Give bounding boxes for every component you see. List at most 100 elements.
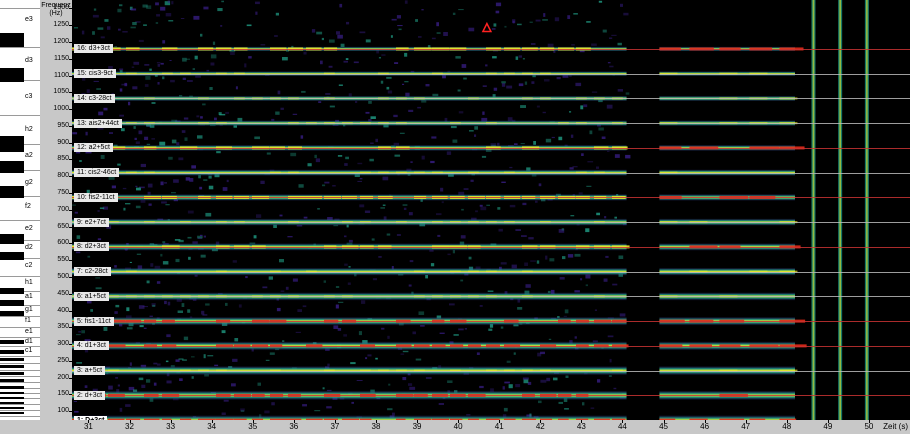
piano-key-divider bbox=[0, 220, 40, 221]
piano-key-label: a1 bbox=[25, 293, 33, 300]
piano-black-key[interactable] bbox=[0, 252, 24, 260]
piano-black-key[interactable] bbox=[0, 372, 24, 375]
piano-black-key[interactable] bbox=[0, 161, 24, 173]
time-tick-mark bbox=[211, 420, 213, 423]
frequency-tick-label: 1000 bbox=[53, 105, 69, 113]
piano-key-label: e1 bbox=[25, 328, 33, 335]
frequency-tick-label: 1200 bbox=[53, 37, 69, 45]
piano-key-divider bbox=[0, 346, 40, 347]
time-tick-mark bbox=[786, 420, 788, 423]
piano-key-label: c2 bbox=[25, 262, 33, 269]
time-tick-mark bbox=[827, 420, 829, 423]
piano-key-label: d3 bbox=[25, 57, 33, 64]
corner-panel bbox=[0, 420, 72, 434]
piano-black-key[interactable] bbox=[0, 136, 24, 152]
piano-key-divider bbox=[0, 416, 40, 417]
frequency-tick-label: 800 bbox=[57, 172, 69, 180]
harmonic-reference-line bbox=[72, 73, 910, 75]
piano-key-divider bbox=[0, 410, 40, 411]
harmonic-label[interactable]: 10: fis2-11ct bbox=[74, 192, 118, 202]
harmonic-label[interactable]: 9: e2+7ct bbox=[74, 217, 109, 227]
harmonic-label[interactable]: 5: fis1-11ct bbox=[74, 316, 114, 326]
harmonic-label[interactable]: 8: d2+3ct bbox=[74, 242, 109, 252]
piano-key-divider bbox=[0, 376, 40, 377]
time-axis: Zeit (s) 31 32 33 34 35 36 37 38 39 40 41 42 43 44 45 4… bbox=[72, 420, 910, 434]
time-tick-label: 36 bbox=[289, 422, 299, 431]
frequency-axis: Frequenz (Hz) 100 150 200 250 300 350 400 450 50… bbox=[40, 0, 72, 420]
piano-key-label: d1 bbox=[25, 338, 33, 345]
harmonic-label[interactable]: 6: a1+5ct bbox=[74, 291, 109, 301]
piano-key-divider bbox=[0, 404, 40, 405]
piano-key-label: f2 bbox=[25, 203, 31, 210]
piano-black-key[interactable] bbox=[0, 288, 24, 294]
piano-black-key[interactable] bbox=[0, 397, 24, 399]
harmonic-reference-line bbox=[72, 98, 910, 100]
frequency-tick-label: 600 bbox=[57, 239, 69, 247]
time-tick-mark bbox=[704, 420, 706, 423]
piano-key-label: c3 bbox=[25, 93, 33, 100]
piano-black-key[interactable] bbox=[0, 379, 24, 382]
piano-black-key[interactable] bbox=[0, 402, 24, 404]
frequency-tick-label: 500 bbox=[57, 272, 69, 280]
harmonic-label[interactable]: 2: d+3ct bbox=[74, 390, 106, 400]
frequency-tick-label: 450 bbox=[57, 289, 69, 297]
time-tick-label: 37 bbox=[330, 422, 340, 431]
time-tick-mark bbox=[663, 420, 665, 423]
piano-black-key[interactable] bbox=[0, 386, 24, 389]
harmonic-label[interactable]: 13: ais2+44ct bbox=[74, 118, 122, 128]
time-tick-mark bbox=[499, 420, 501, 423]
harmonic-label[interactable]: 12: a2+5ct bbox=[74, 143, 113, 153]
piano-key-divider bbox=[0, 370, 40, 371]
piano-black-key[interactable] bbox=[0, 392, 24, 394]
piano-black-key[interactable] bbox=[0, 300, 24, 306]
harmonic-label[interactable]: 14: c3-28ct bbox=[74, 93, 115, 103]
piano-black-key[interactable] bbox=[0, 365, 24, 368]
harmonic-reference-line bbox=[72, 395, 910, 397]
piano-keyboard[interactable]: e3 d3 c3 h2 a2 g2 f2 e2 d2 c2 h1 a1 g1 f1 e1 d1 c1 bbox=[0, 0, 41, 420]
harmonic-label[interactable]: 3: a+5ct bbox=[74, 366, 106, 376]
time-tick-label: 45 bbox=[659, 422, 668, 431]
piano-key-divider bbox=[0, 316, 40, 317]
piano-key-divider bbox=[0, 337, 40, 338]
piano-black-key[interactable] bbox=[0, 311, 24, 316]
piano-key-divider bbox=[0, 276, 40, 277]
spectrogram-canvas[interactable] bbox=[72, 0, 910, 420]
harmonic-label[interactable]: 7: c2-28ct bbox=[74, 267, 111, 277]
piano-black-key[interactable] bbox=[0, 358, 24, 361]
frequency-tick-label: 250 bbox=[57, 356, 69, 364]
frequency-tick-label: 1050 bbox=[53, 88, 69, 96]
frequency-tick-label: 650 bbox=[57, 222, 69, 230]
time-tick-mark bbox=[129, 420, 131, 423]
piano-key-divider bbox=[0, 115, 40, 116]
frequency-tick-label: 150 bbox=[57, 390, 69, 398]
frequency-tick-label: 100 bbox=[57, 407, 69, 415]
time-tick-mark bbox=[88, 420, 90, 423]
piano-black-key[interactable] bbox=[0, 234, 24, 244]
frequency-tick-label: 950 bbox=[57, 121, 69, 129]
piano-black-key[interactable] bbox=[0, 33, 24, 47]
time-tick-label: 31 bbox=[83, 422, 93, 431]
time-tick-label: 33 bbox=[166, 422, 176, 431]
harmonic-reference-line bbox=[72, 246, 910, 248]
harmonic-reference-line bbox=[72, 296, 910, 298]
time-tick-mark bbox=[458, 420, 460, 423]
piano-black-key[interactable] bbox=[0, 186, 24, 198]
harmonic-label[interactable]: 15: cis3-9ct bbox=[74, 69, 116, 79]
piano-black-key[interactable] bbox=[0, 407, 24, 409]
spectrogram-plot[interactable]: 1: D+3ct2: d+3ct3: a+5ct4: d1+3ct5: fis1… bbox=[72, 0, 910, 420]
time-tick-label: 48 bbox=[782, 422, 792, 431]
piano-black-key[interactable] bbox=[0, 340, 24, 344]
frequency-tick-label: 850 bbox=[57, 155, 69, 163]
piano-black-key[interactable] bbox=[0, 68, 24, 82]
piano-key-label: g1 bbox=[25, 306, 33, 313]
piano-key-divider bbox=[0, 47, 40, 48]
triangle-marker-icon[interactable] bbox=[481, 21, 493, 33]
harmonic-label[interactable]: 16: d3+3ct bbox=[74, 44, 113, 54]
piano-black-key[interactable] bbox=[0, 350, 24, 354]
harmonic-label[interactable]: 11: cis2-46ct bbox=[74, 168, 120, 178]
harmonic-reference-line bbox=[72, 370, 910, 372]
time-tick-mark bbox=[375, 420, 377, 423]
harmonic-label[interactable]: 4: d1+3ct bbox=[74, 341, 109, 351]
time-tick-mark bbox=[581, 420, 583, 423]
piano-black-key[interactable] bbox=[0, 412, 24, 414]
